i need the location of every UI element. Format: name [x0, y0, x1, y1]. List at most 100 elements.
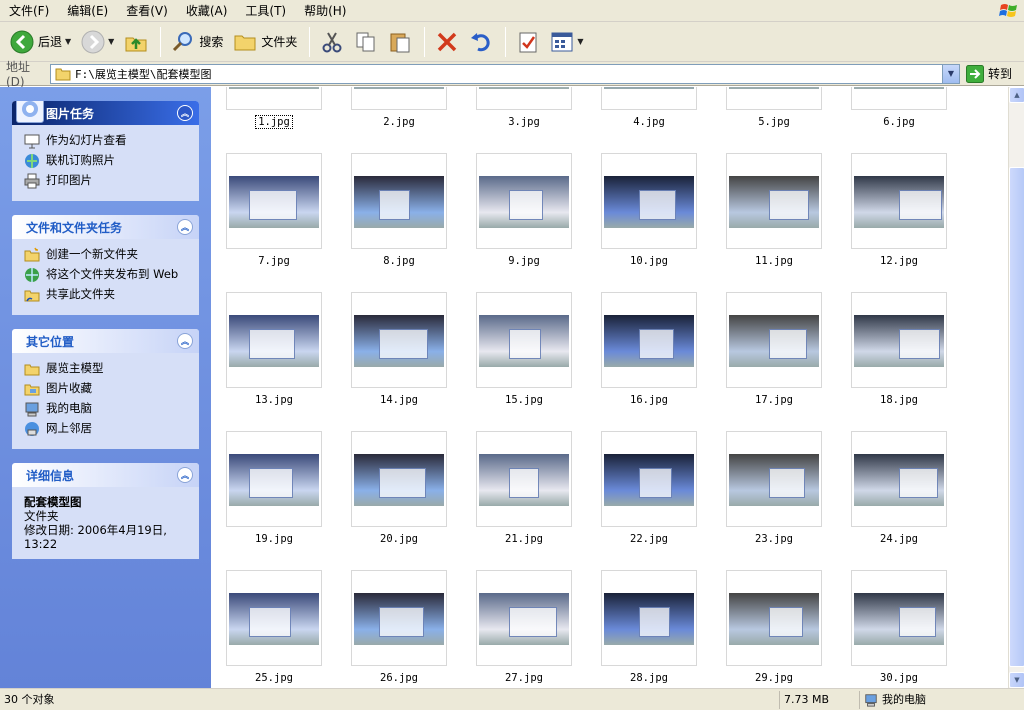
thumbnail-filename[interactable]: 1.jpg: [226, 115, 322, 129]
thumbnail-item[interactable]: [601, 292, 697, 388]
menu-favorites[interactable]: 收藏(A): [177, 1, 237, 21]
address-field[interactable]: F:\展览主模型\配套模型图 ▼: [50, 63, 960, 84]
thumbnail-filename[interactable]: 5.jpg: [726, 116, 822, 128]
thumbnail-filename[interactable]: 6.jpg: [851, 116, 947, 128]
thumbnail-item[interactable]: [476, 153, 572, 249]
thumbnail-item[interactable]: [851, 87, 947, 110]
thumbnail-item[interactable]: [476, 570, 572, 666]
folders-button[interactable]: 文件夹: [229, 26, 301, 58]
order-photos-link[interactable]: 联机订购照片: [24, 153, 191, 169]
thumbnail-item[interactable]: [601, 153, 697, 249]
thumbnail-item[interactable]: [226, 87, 322, 110]
collapse-chevron-icon[interactable]: ︽: [177, 333, 193, 349]
other-places-header[interactable]: 其它位置 ︽: [12, 329, 199, 353]
print-pictures-link[interactable]: 打印图片: [24, 173, 191, 189]
thumbnail-item[interactable]: [351, 570, 447, 666]
details-header[interactable]: 详细信息 ︽: [12, 463, 199, 487]
collapse-chevron-icon[interactable]: ︽: [177, 219, 193, 235]
thumbnail-filename[interactable]: 30.jpg: [851, 672, 947, 684]
thumbnail-view[interactable]: 1.jpg 2.jpg 3.jpg 4.jpg 5.jpg 6.jpg 7.jpg 8.jpg…: [211, 87, 1008, 688]
slideshow-link[interactable]: 作为幻灯片查看: [24, 133, 191, 149]
thumbnail-filename[interactable]: 29.jpg: [726, 672, 822, 684]
thumbnail-item[interactable]: [726, 431, 822, 527]
thumbnail-item[interactable]: [351, 292, 447, 388]
thumbnail-item[interactable]: [726, 570, 822, 666]
thumbnail-filename[interactable]: 14.jpg: [351, 394, 447, 406]
thumbnail-item[interactable]: [476, 87, 572, 110]
scrollbar-thumb[interactable]: [1009, 167, 1024, 667]
picture-tasks-header[interactable]: 图片任务 ︽: [12, 101, 199, 125]
new-folder-link[interactable]: 创建一个新文件夹: [24, 247, 191, 263]
thumbnail-filename[interactable]: 11.jpg: [726, 255, 822, 267]
publish-web-link[interactable]: 将这个文件夹发布到 Web: [24, 267, 191, 283]
share-folder-link[interactable]: 共享此文件夹: [24, 287, 191, 303]
copy-button[interactable]: [350, 26, 382, 58]
thumbnail-item[interactable]: [476, 292, 572, 388]
collapse-chevron-icon[interactable]: ︽: [177, 467, 193, 483]
thumbnail-item[interactable]: [226, 153, 322, 249]
back-dropdown-icon[interactable]: ▼: [65, 37, 71, 46]
thumbnail-item[interactable]: [851, 153, 947, 249]
thumbnail-filename[interactable]: 12.jpg: [851, 255, 947, 267]
thumbnail-item[interactable]: [476, 431, 572, 527]
thumbnail-filename[interactable]: 13.jpg: [226, 394, 322, 406]
search-button[interactable]: 搜索: [167, 26, 227, 58]
thumbnail-item[interactable]: [601, 87, 697, 110]
thumbnail-item[interactable]: [726, 292, 822, 388]
thumbnail-filename[interactable]: 28.jpg: [601, 672, 697, 684]
place-link-my-pictures[interactable]: 图片收藏: [24, 381, 191, 397]
thumbnail-filename[interactable]: 22.jpg: [601, 533, 697, 545]
scroll-down-arrow-icon[interactable]: ▼: [1009, 672, 1024, 688]
menu-help[interactable]: 帮助(H): [295, 1, 355, 21]
thumbnail-filename[interactable]: 23.jpg: [726, 533, 822, 545]
collapse-chevron-icon[interactable]: ︽: [177, 105, 193, 121]
undo-button[interactable]: [465, 26, 497, 58]
thumbnail-item[interactable]: [851, 292, 947, 388]
thumbnail-filename[interactable]: 18.jpg: [851, 394, 947, 406]
thumbnail-item[interactable]: [851, 570, 947, 666]
address-dropdown-icon[interactable]: ▼: [942, 64, 959, 83]
thumbnail-filename[interactable]: 8.jpg: [351, 255, 447, 267]
thumbnail-item[interactable]: [726, 153, 822, 249]
menu-file[interactable]: 文件(F): [0, 1, 58, 21]
thumbnail-item[interactable]: [351, 431, 447, 527]
menu-view[interactable]: 查看(V): [117, 1, 177, 21]
thumbnail-filename[interactable]: 19.jpg: [226, 533, 322, 545]
place-link-my-computer[interactable]: 我的电脑: [24, 401, 191, 417]
back-button[interactable]: 后退 ▼: [6, 26, 75, 58]
scroll-up-arrow-icon[interactable]: ▲: [1009, 87, 1024, 103]
thumbnail-filename[interactable]: 4.jpg: [601, 116, 697, 128]
thumbnail-item[interactable]: [351, 153, 447, 249]
paste-button[interactable]: [384, 26, 416, 58]
thumbnail-item[interactable]: [226, 570, 322, 666]
thumbnail-item[interactable]: [226, 292, 322, 388]
cut-button[interactable]: [316, 26, 348, 58]
thumbnail-filename[interactable]: 2.jpg: [351, 116, 447, 128]
thumbnail-filename[interactable]: 7.jpg: [226, 255, 322, 267]
forward-dropdown-icon[interactable]: ▼: [108, 37, 114, 46]
properties-button[interactable]: [512, 26, 544, 58]
thumbnail-filename[interactable]: 15.jpg: [476, 394, 572, 406]
menu-edit[interactable]: 编辑(E): [58, 1, 117, 21]
thumbnail-filename[interactable]: 26.jpg: [351, 672, 447, 684]
go-button[interactable]: 转到: [966, 64, 1012, 83]
vertical-scrollbar[interactable]: ▲ ▼: [1008, 87, 1024, 688]
thumbnail-item[interactable]: [351, 87, 447, 110]
thumbnail-item[interactable]: [601, 570, 697, 666]
thumbnail-filename[interactable]: 21.jpg: [476, 533, 572, 545]
menu-tools[interactable]: 工具(T): [236, 1, 295, 21]
thumbnail-filename[interactable]: 20.jpg: [351, 533, 447, 545]
thumbnail-filename[interactable]: 17.jpg: [726, 394, 822, 406]
file-tasks-header[interactable]: 文件和文件夹任务 ︽: [12, 215, 199, 239]
thumbnail-item[interactable]: [851, 431, 947, 527]
thumbnail-item[interactable]: [601, 431, 697, 527]
thumbnail-filename[interactable]: 24.jpg: [851, 533, 947, 545]
thumbnail-filename[interactable]: 25.jpg: [226, 672, 322, 684]
thumbnail-filename[interactable]: 16.jpg: [601, 394, 697, 406]
thumbnail-filename[interactable]: 3.jpg: [476, 116, 572, 128]
forward-button[interactable]: ▼: [77, 26, 118, 58]
place-link-main-model[interactable]: 展览主模型: [24, 361, 191, 377]
views-button[interactable]: ▼: [546, 26, 587, 58]
thumbnail-filename[interactable]: 27.jpg: [476, 672, 572, 684]
up-button[interactable]: [120, 26, 152, 58]
